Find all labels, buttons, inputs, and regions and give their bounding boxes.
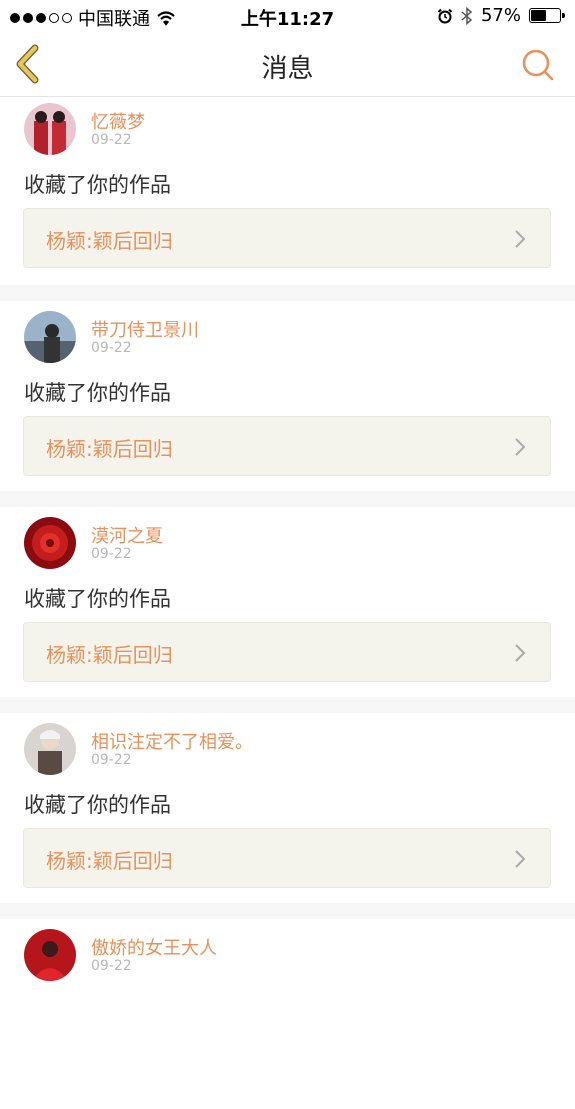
work-title: 杨颖:颖后回归 [46,229,173,253]
work-title: 杨颖:颖后回归 [46,849,173,873]
action-text: 收藏了你的作品 [24,173,171,197]
message-card: 带刀侍卫景川 09-22 收藏了你的作品 杨颖:颖后回归 [0,301,575,491]
avatar[interactable] [24,929,76,981]
work-title: 杨颖:颖后回归 [46,437,173,461]
search-icon [522,49,554,81]
action-text: 收藏了你的作品 [24,381,171,405]
username-link[interactable]: 忆薇梦 [91,108,145,134]
chevron-right-icon [515,850,526,868]
message-date: 09-22 [91,958,132,974]
avatar[interactable] [24,517,76,569]
username-link[interactable]: 相识注定不了相爱。 [91,728,253,754]
bluetooth-icon [461,6,473,25]
page-title: 消息 [261,54,314,84]
search-button[interactable] [519,46,557,84]
divider [0,491,575,507]
message-date: 09-22 [91,752,132,768]
username-link[interactable]: 傲娇的女王大人 [91,934,217,960]
username-link[interactable]: 漠河之夏 [91,522,163,548]
username-link[interactable]: 带刀侍卫景川 [91,316,199,342]
divider [0,285,575,301]
status-right: 57% [437,5,565,26]
message-list: 忆薇梦 09-22 收藏了你的作品 杨颖:颖后回归 带刀侍卫景川 09-22 收… [0,97,575,1109]
work-link[interactable]: 杨颖:颖后回归 [23,828,551,888]
avatar[interactable] [24,311,76,363]
status-bar: 中国联通 上午11:27 57% [0,0,575,32]
message-date: 09-22 [91,340,132,356]
avatar[interactable] [24,103,76,155]
message-card: 漠河之夏 09-22 收藏了你的作品 杨颖:颖后回归 [0,507,575,697]
chevron-right-icon [515,230,526,248]
action-text: 收藏了你的作品 [24,793,171,817]
battery-percent: 57% [480,5,521,26]
work-link[interactable]: 杨颖:颖后回归 [23,622,551,682]
message-card: 相识注定不了相爱。 09-22 收藏了你的作品 杨颖:颖后回归 [0,713,575,903]
work-link[interactable]: 杨颖:颖后回归 [23,208,551,268]
alarm-icon [437,8,453,23]
avatar[interactable] [24,723,76,775]
work-title: 杨颖:颖后回归 [46,643,173,667]
chevron-right-icon [515,438,526,456]
divider [0,903,575,919]
divider [0,697,575,713]
message-card: 傲娇的女王大人 09-22 [0,919,575,1109]
battery-icon [529,8,565,23]
navigation-bar: 消息 [0,32,575,97]
work-link[interactable]: 杨颖:颖后回归 [23,416,551,476]
chevron-right-icon [515,644,526,662]
message-date: 09-22 [91,546,132,562]
message-date: 09-22 [91,132,132,148]
message-card: 忆薇梦 09-22 收藏了你的作品 杨颖:颖后回归 [0,97,575,285]
action-text: 收藏了你的作品 [24,587,171,611]
